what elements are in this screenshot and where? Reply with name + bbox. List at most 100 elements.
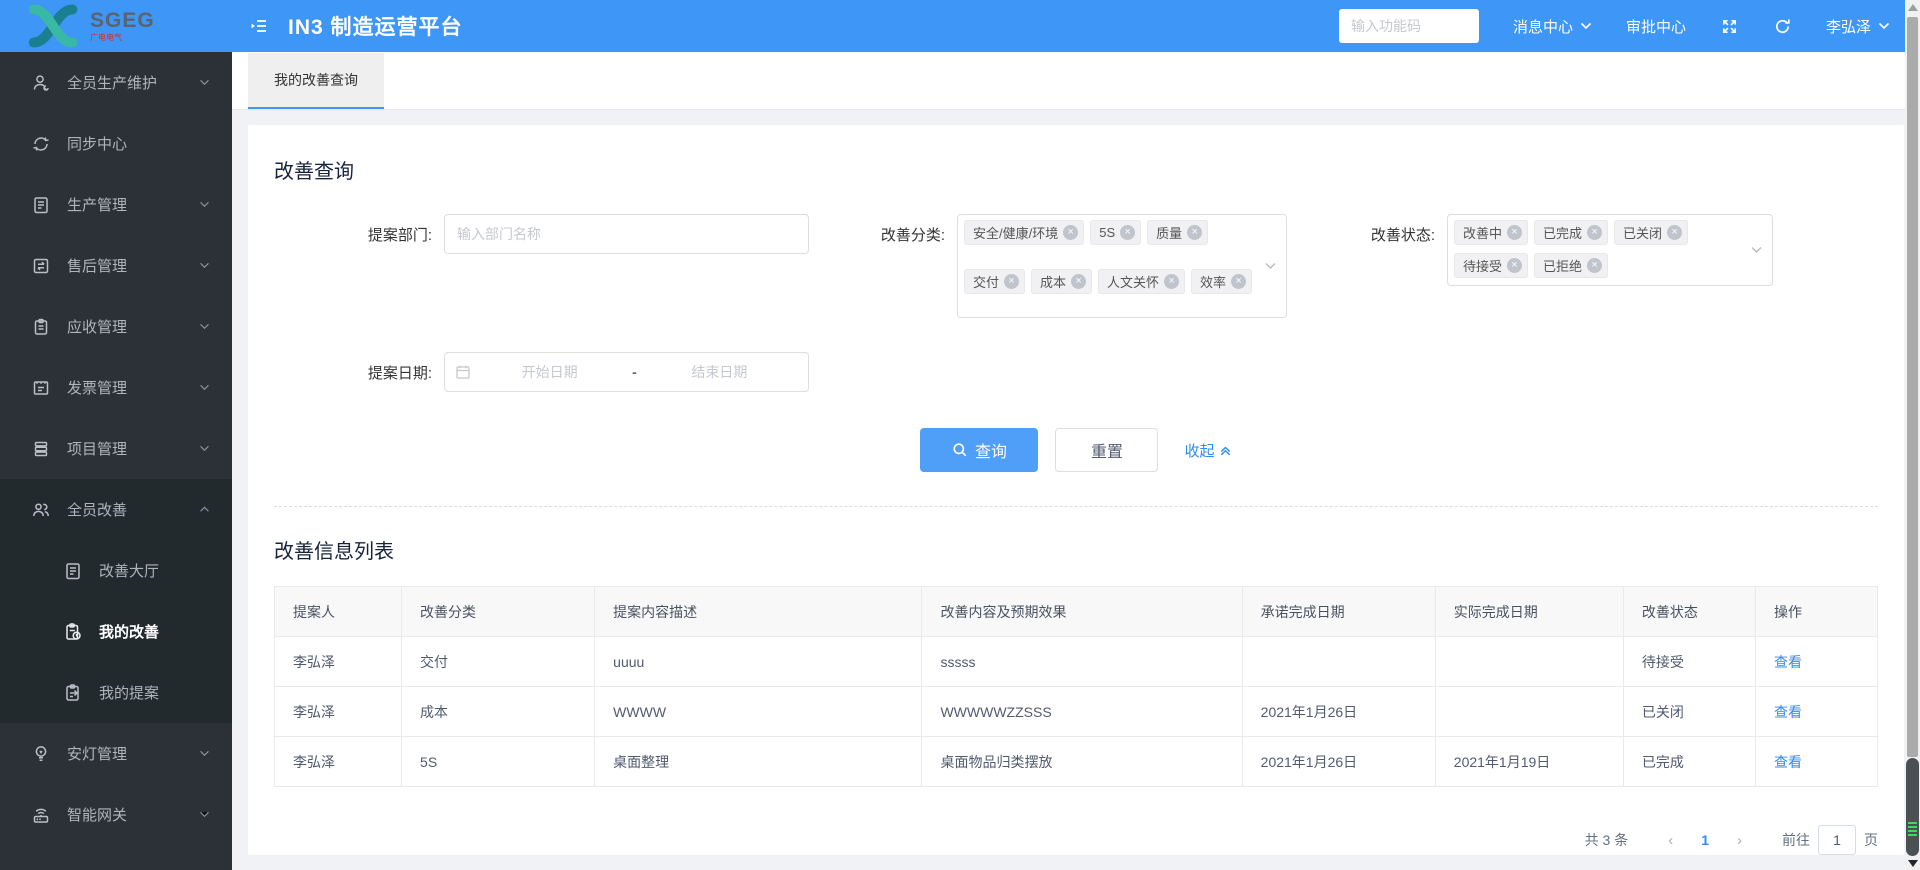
cell-category: 5S (401, 736, 596, 787)
clipboard-icon (30, 316, 52, 338)
date-range-picker[interactable]: 开始日期 - 结束日期 (444, 352, 809, 392)
stack-icon (30, 438, 52, 460)
col-category: 改善分类 (401, 586, 596, 637)
collapse-link-label: 收起 (1184, 442, 1215, 460)
chevron-down-icon (1580, 22, 1592, 30)
sidebar-item-after-sales[interactable]: 售后管理 (0, 235, 232, 296)
tag-close-icon[interactable]: × (1507, 257, 1523, 273)
status-multiselect[interactable]: 改善中 × 已完成 × 已关闭 × 待接受 × 已拒绝 × (1447, 214, 1773, 286)
col-actual-date: 实际完成日期 (1434, 586, 1624, 637)
scroll-up-arrow-icon[interactable] (1908, 4, 1918, 11)
sidebar-item-label: 全员改善 (67, 502, 128, 519)
sidebar-item-my-improvement[interactable]: 我的改善 (0, 601, 232, 662)
sidebar-item-label: 生产管理 (67, 197, 128, 214)
tag-close-icon[interactable]: × (1071, 273, 1087, 289)
category-multiselect[interactable]: 安全/健康/环境 × 5S × 质量 × 交付 × 成本 × 人文关怀 × 效率 × (957, 214, 1287, 318)
form-actions: 查询 重置 收起 (274, 428, 1878, 472)
cell-status: 已完成 (1622, 736, 1756, 787)
scrollbar-thumb[interactable] (1907, 17, 1918, 757)
sidebar-item-tpm[interactable]: 全员生产维护 (0, 52, 232, 113)
menu-fold-icon[interactable] (248, 16, 270, 36)
sidebar-item-sync-center[interactable]: 同步中心 (0, 113, 232, 174)
approval-center-label: 审批中心 (1625, 18, 1686, 36)
goto-page-input[interactable] (1818, 825, 1856, 855)
user-menu[interactable]: 李弘泽 (1826, 16, 1890, 37)
goto-label: 前往 (1782, 832, 1810, 848)
fullscreen-icon[interactable] (1720, 17, 1739, 36)
message-center-menu[interactable]: 消息中心 (1513, 16, 1592, 37)
tag-label: 人文关怀 (1107, 274, 1160, 290)
sidebar-item-improvement[interactable]: 全员改善 (0, 479, 232, 540)
cell-desc: 桌面整理 (594, 736, 923, 787)
search-button[interactable]: 查询 (920, 428, 1039, 472)
page-title: IN3 制造运营平台 (288, 16, 463, 39)
sidebar-item-label: 安灯管理 (67, 746, 128, 763)
tag-close-icon[interactable]: × (1667, 225, 1683, 240)
tag-close-icon[interactable]: × (1187, 225, 1203, 240)
cell-status: 已关闭 (1622, 686, 1756, 737)
sidebar-item-projects[interactable]: 项目管理 (0, 418, 232, 479)
sidebar-item-andon[interactable]: 安灯管理 (0, 723, 232, 784)
dept-input[interactable] (444, 214, 809, 254)
tag-close-icon[interactable]: × (1231, 273, 1247, 289)
next-page-icon[interactable]: › (1719, 832, 1760, 849)
dept-field-group: 提案部门: (340, 214, 809, 254)
date-start-placeholder: 开始日期 (521, 364, 578, 380)
chevron-down-icon (200, 79, 209, 86)
person-wrench-icon (30, 72, 52, 94)
vertical-scrollbar[interactable] (1905, 0, 1920, 870)
tag-label: 已关闭 (1623, 226, 1663, 241)
document-icon (62, 560, 84, 582)
cell-promised-date: 2021年1月26日 (1241, 736, 1436, 787)
lightbulb-icon (30, 743, 52, 765)
sidebar-item-label: 发票管理 (67, 380, 128, 397)
calendar-icon (455, 364, 471, 380)
tab-bar: 我的改善查询 (232, 52, 1905, 110)
view-link[interactable]: 查看 (1774, 704, 1802, 720)
approval-center-menu[interactable]: 审批中心 (1626, 16, 1686, 37)
scroll-down-arrow-icon[interactable] (1908, 860, 1918, 867)
section-divider (274, 506, 1878, 507)
collapse-form-link[interactable]: 收起 (1184, 440, 1231, 461)
invoice-icon (30, 377, 52, 399)
view-link[interactable]: 查看 (1774, 754, 1802, 770)
sidebar-item-receivables[interactable]: 应收管理 (0, 296, 232, 357)
date-separator: - (632, 364, 637, 380)
tag-close-icon[interactable]: × (1164, 273, 1180, 289)
tag-close-icon[interactable]: × (1063, 225, 1079, 240)
brand-name: SGEG (90, 9, 155, 32)
refresh-icon[interactable] (1773, 17, 1792, 36)
tab-my-improvement-query[interactable]: 我的改善查询 (248, 53, 384, 109)
sidebar-item-improvement-hall[interactable]: 改善大厅 (0, 540, 232, 601)
cell-actual-date (1434, 636, 1624, 687)
cell-desc: uuuu (594, 636, 923, 687)
top-header: SGEG 广电电气 IN3 制造运营平台 消息中心 审批中心 李弘 (0, 0, 1920, 52)
tag-close-icon[interactable]: × (1507, 225, 1523, 240)
query-section-title: 改善查询 (274, 161, 354, 183)
view-link[interactable]: 查看 (1774, 654, 1802, 670)
sgeg-logo-icon (28, 4, 78, 48)
sidebar-item-gateway[interactable]: 智能网关 (0, 784, 232, 845)
sidebar-item-my-proposals[interactable]: 我的提案 (0, 662, 232, 723)
function-code-input[interactable] (1338, 9, 1479, 43)
sidebar-item-label: 全员生产维护 (67, 75, 158, 92)
query-form-row-2: 提案日期: 开始日期 - 结束日期 (274, 352, 1878, 392)
tag-close-icon[interactable]: × (1004, 273, 1020, 289)
page-number-1[interactable]: 1 (1691, 832, 1719, 848)
status-tag: 待接受 × (1454, 252, 1529, 278)
tag-close-icon[interactable]: × (1120, 225, 1136, 240)
swap-square-icon (30, 255, 52, 277)
tab-label: 我的改善查询 (274, 72, 358, 88)
sidebar-item-invoices[interactable]: 发票管理 (0, 357, 232, 418)
sidebar-item-production[interactable]: 生产管理 (0, 174, 232, 235)
tag-close-icon[interactable]: × (1587, 257, 1603, 273)
sidebar-item-label: 售后管理 (67, 258, 128, 275)
tag-close-icon[interactable]: × (1587, 225, 1603, 240)
category-tag: 效率 × (1191, 268, 1253, 294)
table-header-row: 提案人 改善分类 提案内容描述 改善内容及预期效果 承诺完成日期 实际完成日期 … (273, 586, 1879, 637)
chevron-down-icon (200, 201, 209, 208)
tag-label: 成本 (1040, 274, 1067, 290)
prev-page-icon[interactable]: ‹ (1650, 832, 1691, 849)
reset-button[interactable]: 重置 (1055, 428, 1159, 472)
scrollbar-bottom-widget[interactable] (1906, 758, 1919, 856)
